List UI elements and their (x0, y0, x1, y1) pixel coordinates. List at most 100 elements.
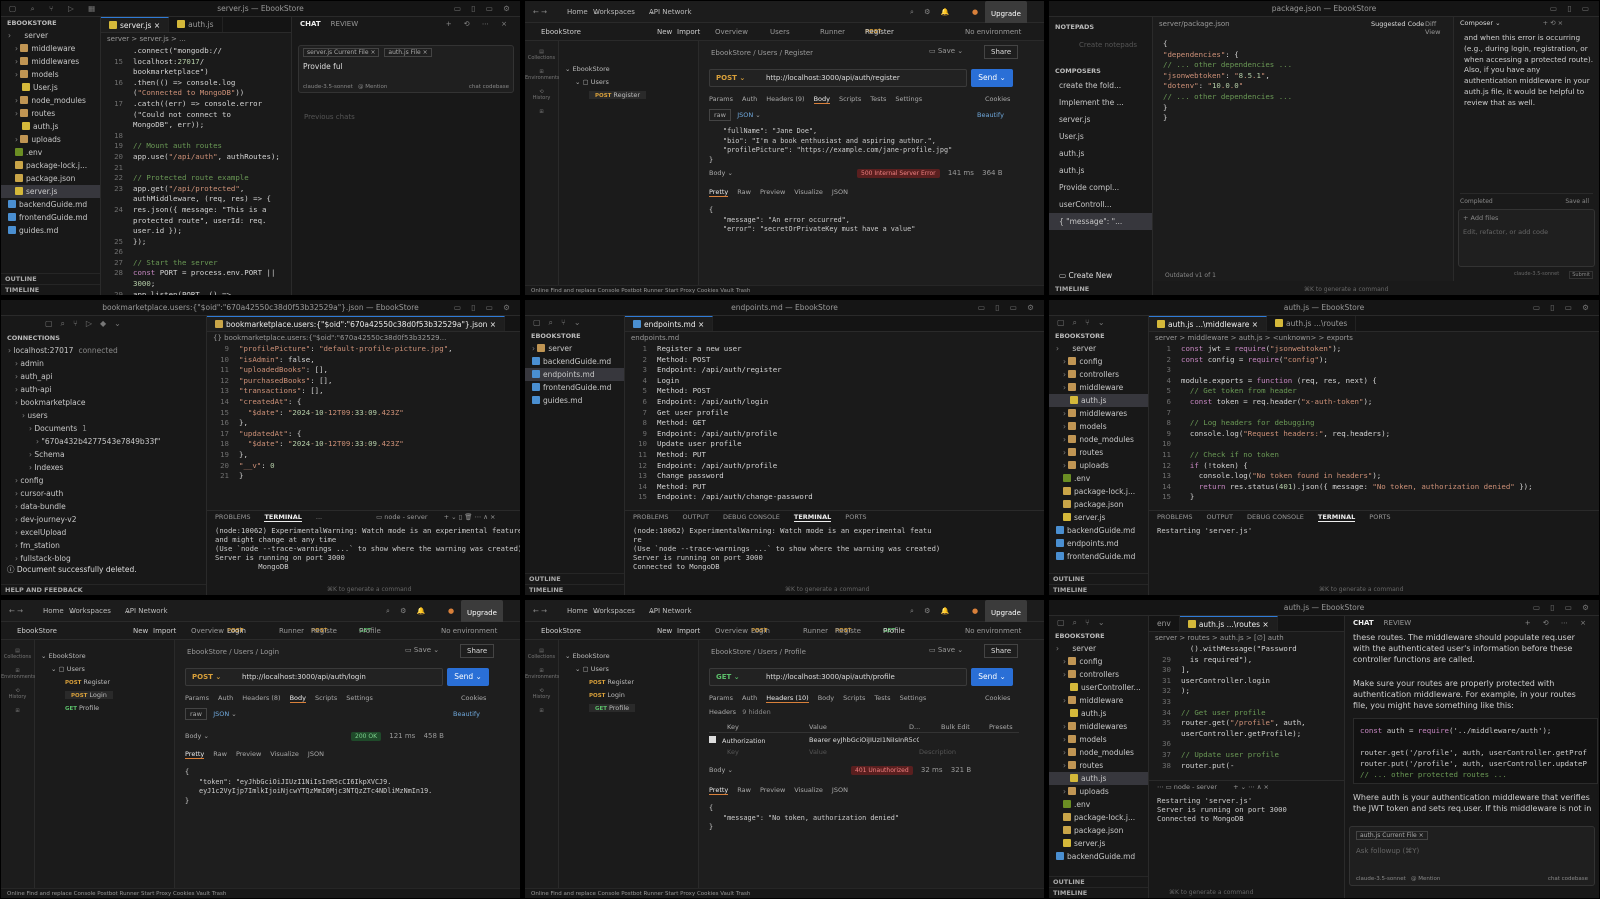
environment-select[interactable]: No environment (441, 622, 497, 640)
composer-input-placeholder[interactable]: Edit, refactor, or add code (1463, 228, 1573, 236)
import-button[interactable]: Import (677, 23, 700, 41)
help-feedback[interactable]: HELP AND FEEDBACK (1, 584, 206, 595)
tab-server-js[interactable]: server.js × (101, 17, 170, 32)
chat-submit-actions[interactable]: chat codebase (1548, 876, 1588, 882)
new-button[interactable]: New (133, 622, 148, 640)
tab-auth[interactable]: Auth (742, 95, 757, 103)
tab-params[interactable]: Params (709, 694, 733, 702)
tab-visualize[interactable]: Visualize (270, 750, 299, 758)
environment-select[interactable]: No environment (965, 23, 1021, 41)
tree-item[interactable]: package-lock.j... (1049, 811, 1148, 824)
tree-item[interactable]: › middleware (1049, 381, 1148, 394)
send-button[interactable]: Send ⌄ (971, 668, 1013, 686)
tree-item[interactable]: › config (1049, 355, 1148, 368)
tree-item[interactable]: › uploads (1049, 459, 1148, 472)
import-button[interactable]: Import (677, 622, 700, 640)
tab-auth-routes[interactable]: auth.js ...\routes × (1179, 616, 1278, 631)
upgrade-button[interactable]: Upgrade ⌄ (461, 600, 503, 626)
tab-problems[interactable]: PROBLEMS (1157, 513, 1192, 521)
collection-root[interactable]: ⌄ EbookStore (41, 652, 86, 660)
tree-item[interactable]: › dev-journey-v2 (1, 513, 206, 526)
markdown-editor[interactable]: 1 Register a new user 2 Method: POST 3 Endpoi… (625, 344, 1044, 508)
tab-headers-10[interactable]: Headers (10) (766, 694, 809, 703)
tree-item[interactable]: server.js (1049, 511, 1148, 524)
tree-item[interactable]: › localhost:27017 connected (1, 344, 206, 357)
tab-json[interactable]: JSON (832, 188, 848, 196)
previous-chats[interactable]: Previous chats (304, 113, 355, 121)
outline-section[interactable]: OUTLINE (525, 573, 624, 584)
method-select[interactable]: POST ⌄ (716, 70, 745, 86)
tree-item[interactable]: frontendGuide.md (1, 211, 100, 224)
chat-input-box[interactable]: server.js Current File × auth.js File × … (298, 45, 514, 93)
tab-problems[interactable]: PROBLEMS (633, 513, 668, 521)
tree-item[interactable]: package.json (1, 172, 100, 185)
code-editor[interactable]: .connect("mongodb:// 15 localhost:27017/bo… (101, 46, 291, 295)
layout-icons[interactable]: ▭ ▯ ▭ ⚙ (454, 1, 514, 17)
tab-json[interactable]: JSON (832, 786, 848, 794)
context-chip-auth[interactable]: auth.js File × (384, 48, 432, 57)
tab-pretty[interactable]: Pretty (185, 750, 205, 759)
api-network-menu[interactable]: API Network ⌄ (649, 600, 692, 622)
activity-icons[interactable]: ▢⌕⑂⌄ (1049, 616, 1148, 630)
tree-item[interactable]: .env (1049, 798, 1148, 811)
cookies-link[interactable]: Cookies (461, 694, 486, 702)
model-select[interactable]: claude-3.5-sonnet (303, 84, 353, 90)
json-document-editor[interactable]: 9 "profilePicture": "default-profile-pict… (207, 344, 520, 484)
tab-runner[interactable]: Runner (279, 622, 304, 640)
composer-item[interactable]: Implement the ... (1049, 94, 1152, 111)
tree-item[interactable]: › bookmarketplace (1, 396, 206, 409)
home-link[interactable]: Home (567, 1, 588, 23)
tab-debug-console[interactable]: DEBUG CONSOLE (723, 513, 780, 521)
tree-item[interactable]: User.js (1, 81, 100, 94)
tree-item[interactable]: › excelUpload (1, 526, 206, 539)
tree-item[interactable]: frontendGuide.md (1049, 550, 1148, 563)
chat-header-icons[interactable]: + ⟲ ⋯ × (446, 17, 512, 31)
url-input[interactable]: http://localhost:3000/api/auth/register (766, 70, 900, 86)
tree-item[interactable]: frontendGuide.md (525, 381, 624, 394)
tab-more[interactable]: ... (316, 513, 322, 521)
method-select[interactable]: POST ⌄ (192, 669, 221, 685)
tab-json[interactable]: JSON (308, 750, 324, 758)
workspaces-menu[interactable]: Workspaces ⌄ (69, 600, 111, 622)
request-register[interactable]: POST Register (589, 91, 647, 99)
workspace-name[interactable]: EbookStore (17, 622, 57, 640)
tab-output[interactable]: OUTPUT (682, 513, 709, 521)
tree-item[interactable]: › server (1049, 342, 1148, 355)
tree-item[interactable]: › node_modules (1049, 746, 1148, 759)
avatar[interactable]: ● (972, 600, 978, 622)
composer-item[interactable]: userControll... (1049, 196, 1152, 213)
tree-item[interactable]: userController... (1049, 681, 1148, 694)
collections-icon[interactable]: ▤ Collections (525, 648, 558, 660)
home-link[interactable]: Home (567, 600, 588, 622)
create-notepads[interactable]: Create notepads (1049, 33, 1152, 59)
column-header[interactable]: Presets (989, 723, 1013, 731)
url-input[interactable]: http://localhost:3000/api/auth/profile (766, 669, 895, 685)
flows-icon[interactable]: ⊞ (1, 708, 34, 714)
tree-item[interactable]: › auth-api (1, 383, 206, 396)
tree-item[interactable]: auth.js (1049, 772, 1148, 785)
tree-item[interactable]: › controllers (1049, 368, 1148, 381)
tree-item[interactable]: server.js (1049, 837, 1148, 850)
beautify-link[interactable]: Beautify (453, 710, 480, 718)
tab-body[interactable]: Body (818, 694, 834, 702)
tree-item[interactable]: › config (1, 474, 206, 487)
chat-input-box[interactable]: auth.js Current File × Ask followup (⌘Y)… (1349, 826, 1595, 886)
new-button[interactable]: New (657, 622, 672, 640)
create-new-button[interactable]: ▭ Create New (1059, 271, 1112, 280)
tab-visualize[interactable]: Visualize (794, 188, 823, 196)
workspaces-menu[interactable]: Workspaces ⌄ (593, 600, 635, 622)
history-icon[interactable]: ⟲ History (1, 688, 34, 700)
tab-params[interactable]: Params (709, 95, 733, 103)
tab-overview[interactable]: Overview (715, 622, 748, 640)
tree-item[interactable]: › server (525, 342, 624, 355)
tree-item[interactable]: backendGuide.md (1049, 524, 1148, 537)
body-mode[interactable]: raw JSON ⌄ (185, 708, 237, 720)
tab-overview[interactable]: Overview (715, 23, 748, 41)
tree-item[interactable]: auth.js (1049, 707, 1148, 720)
environments-icon[interactable]: ⊞ Environments (525, 668, 560, 680)
body-mode[interactable]: raw JSON ⌄ (709, 109, 761, 121)
tree-item[interactable]: › models (1, 68, 100, 81)
folder-users[interactable]: ⌄ ▢ Users (575, 78, 609, 86)
followup-input[interactable]: Ask followup (⌘Y) (1356, 847, 1419, 855)
layout-icons[interactable]: ▭ ▯ ▭ (1550, 1, 1593, 17)
